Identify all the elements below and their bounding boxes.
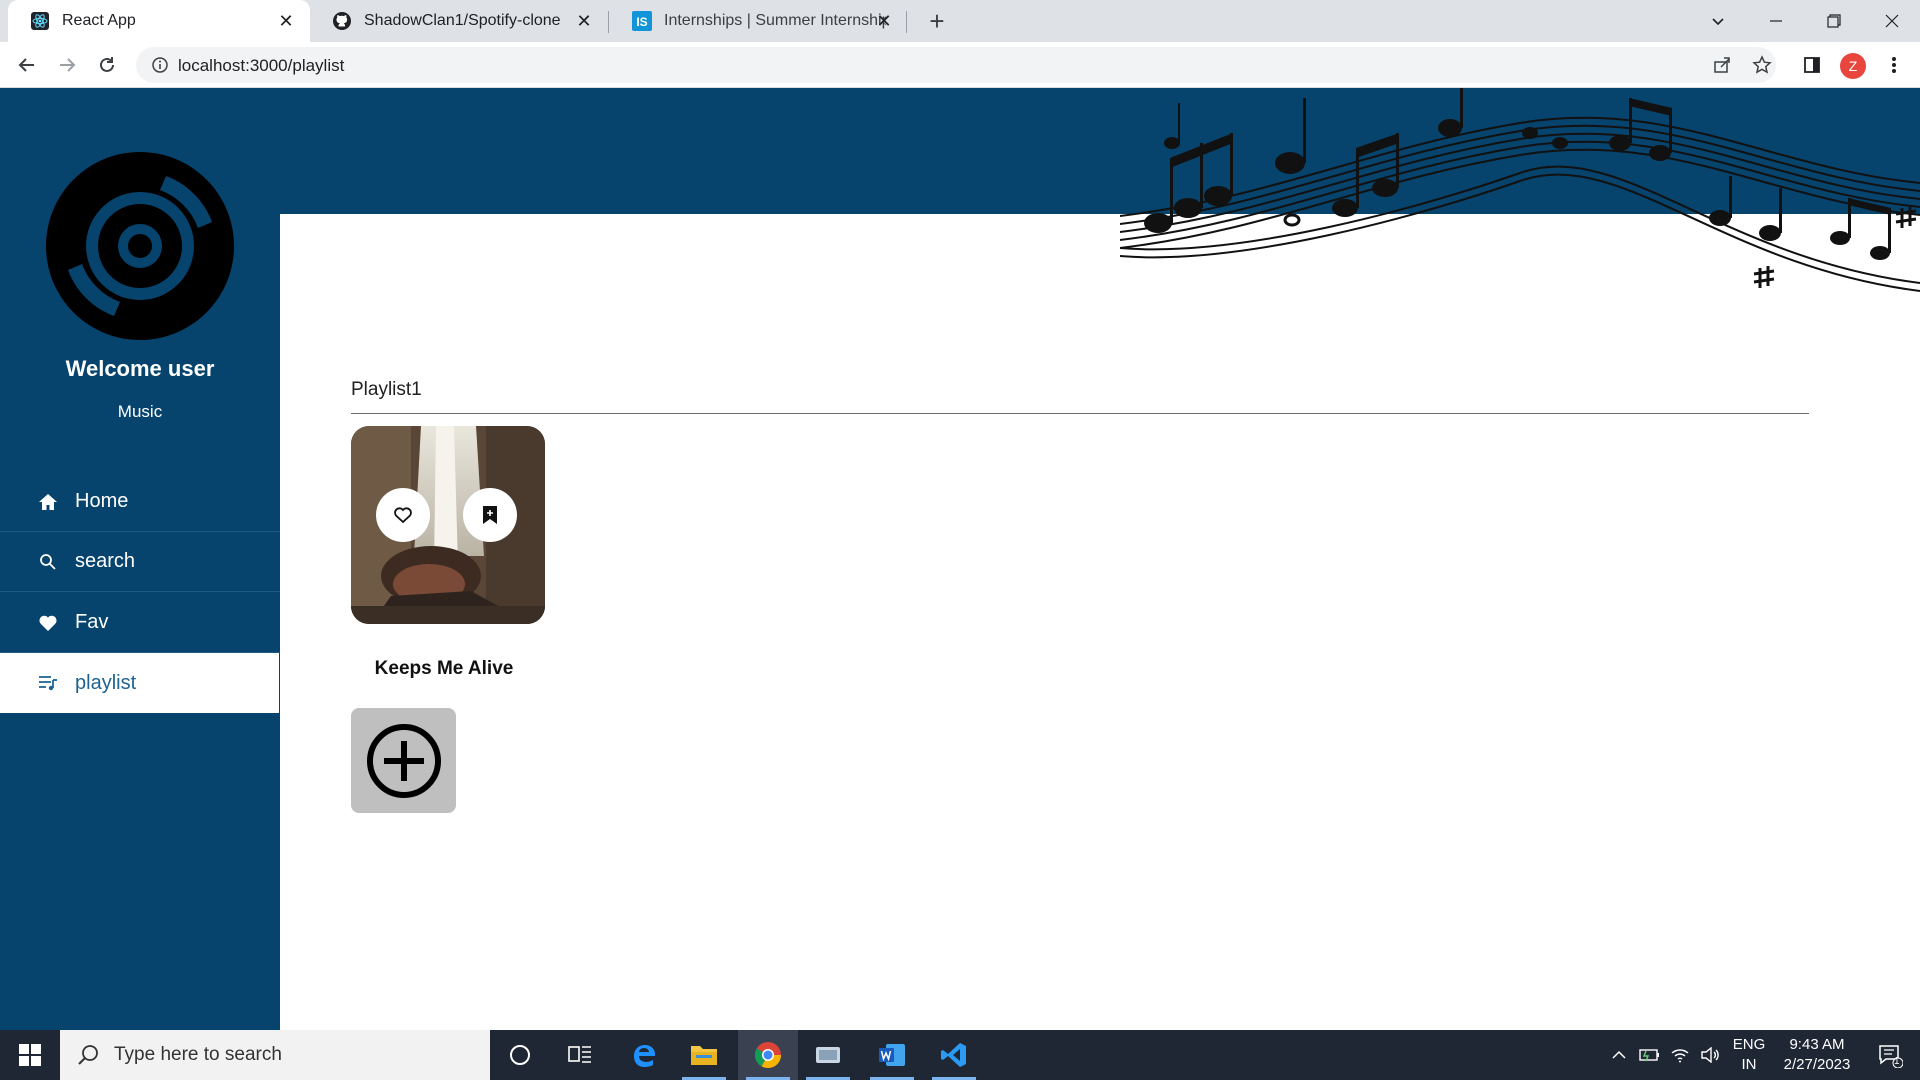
bookmark-star-icon[interactable]: [1752, 55, 1772, 75]
sidebar-item-label: Fav: [75, 611, 109, 633]
region-text: IN: [1741, 1056, 1757, 1073]
start-button[interactable]: [0, 1030, 60, 1080]
tab-title: ShadowClan1/Spotify-clone: [364, 12, 561, 29]
more-menu-icon[interactable]: [1882, 53, 1906, 77]
add-to-playlist-button[interactable]: [463, 488, 517, 542]
sidebar-item-label: Home: [75, 490, 129, 512]
taskbar-vscode[interactable]: [924, 1030, 984, 1080]
reload-button[interactable]: [91, 49, 123, 81]
browser-tab-strip: React App ✕ ShadowClan1/Spotify-clone ✕ …: [0, 0, 1920, 42]
share-icon[interactable]: [1712, 55, 1732, 75]
notification-center-button[interactable]: 1: [1866, 1030, 1914, 1080]
sidebar-item-playlist[interactable]: playlist: [0, 653, 279, 713]
tab-separator: [906, 11, 907, 33]
close-tab-icon[interactable]: ✕: [574, 11, 594, 31]
sidebar-item-fav[interactable]: Fav: [0, 593, 280, 653]
taskbar-word[interactable]: [862, 1030, 922, 1080]
welcome-heading: Welcome user: [65, 356, 215, 381]
profile-avatar[interactable]: Z: [1840, 53, 1866, 79]
word-icon: [879, 1044, 905, 1066]
clock-time: 9:43 AM: [1789, 1036, 1845, 1053]
taskbar-app-window[interactable]: [798, 1030, 858, 1080]
playlist-icon: [37, 672, 59, 694]
internshala-icon: IS: [632, 11, 652, 31]
react-icon: [30, 11, 50, 31]
folder-icon: [691, 1046, 717, 1065]
add-song-button[interactable]: [351, 708, 456, 813]
sidebar-item-label: playlist: [75, 671, 137, 694]
tab-title: Internships | Summer Internship: [664, 12, 886, 29]
forward-button[interactable]: [51, 49, 83, 81]
cortana-icon: [510, 1045, 530, 1065]
home-icon: [37, 491, 59, 513]
close-tab-icon[interactable]: ✕: [874, 11, 894, 31]
clock[interactable]: 9:43 AM 2/27/2023: [1774, 1030, 1860, 1080]
url-text: localhost:3000/playlist: [178, 56, 345, 75]
new-tab-button[interactable]: +: [922, 6, 952, 36]
windows-taskbar: Type here to search ENG IN 9:43 AM 2/27/…: [0, 1030, 1920, 1080]
song-card-image[interactable]: [351, 426, 545, 624]
vinyl-disc-logo: [46, 152, 234, 340]
heart-icon: [37, 612, 59, 634]
close-window-button[interactable]: [1864, 0, 1920, 42]
heart-outline-icon: [394, 507, 412, 524]
tab-title: React App: [62, 12, 136, 29]
notification-count: 1: [1894, 1056, 1900, 1067]
taskbar-file-explorer[interactable]: [674, 1030, 734, 1080]
side-panel-icon[interactable]: [1800, 53, 1824, 77]
github-icon: [332, 11, 352, 31]
tab-github[interactable]: ShadowClan1/Spotify-clone ✕: [310, 0, 608, 42]
tab-search-button[interactable]: [1690, 0, 1746, 42]
vscode-icon: [941, 1043, 966, 1067]
search-icon: [37, 551, 59, 573]
sidebar-subtitle: Music: [117, 402, 163, 421]
language-indicator[interactable]: ENG IN: [1726, 1030, 1772, 1080]
taskbar-edge[interactable]: [614, 1030, 674, 1080]
sidebar: Welcome user Music Home search Fav playl…: [0, 88, 280, 1030]
browser-toolbar: localhost:3000/playlist: [0, 42, 1920, 88]
task-view-icon: [568, 1046, 591, 1063]
wifi-icon[interactable]: [1666, 1030, 1694, 1080]
music-notes-decoration: [1120, 88, 1920, 292]
show-hidden-icons-button[interactable]: [1606, 1030, 1632, 1080]
app-window-icon: [816, 1047, 840, 1063]
sidebar-item-search[interactable]: search: [0, 532, 280, 592]
cortana-button[interactable]: [490, 1030, 550, 1080]
close-tab-icon[interactable]: ✕: [276, 11, 296, 31]
language-text: ENG: [1732, 1036, 1766, 1053]
taskbar-chrome[interactable]: [738, 1030, 798, 1080]
tab-separator: [608, 11, 609, 33]
address-bar[interactable]: localhost:3000/playlist: [136, 47, 1776, 83]
windows-icon: [19, 1044, 41, 1066]
task-view-button[interactable]: [550, 1030, 610, 1080]
tab-internships[interactable]: IS Internships | Summer Internship ✕: [610, 0, 908, 42]
chrome-icon: [754, 1042, 782, 1069]
edge-icon: [634, 1045, 655, 1067]
song-title: Keeps Me Alive: [374, 658, 514, 679]
taskbar-search-box[interactable]: Type here to search: [60, 1030, 490, 1080]
divider: [351, 413, 1809, 414]
battery-icon[interactable]: [1636, 1030, 1664, 1080]
minimize-button[interactable]: [1748, 0, 1804, 42]
back-button[interactable]: [11, 49, 43, 81]
sidebar-item-label: search: [75, 550, 136, 572]
taskbar-search-placeholder: Type here to search: [114, 1044, 282, 1065]
sidebar-item-home[interactable]: Home: [0, 472, 280, 532]
bookmark-icon: [483, 506, 497, 524]
svg-text:IS: IS: [636, 15, 647, 29]
app-root: Welcome user Music Home search Fav playl…: [0, 88, 1920, 1030]
volume-icon[interactable]: [1696, 1030, 1724, 1080]
tab-react-app[interactable]: React App ✕: [8, 0, 310, 42]
plus-circle-icon: [366, 723, 441, 798]
site-info-icon[interactable]: [150, 55, 170, 75]
clock-date: 2/27/2023: [1783, 1056, 1851, 1073]
search-icon: [78, 1045, 98, 1065]
playlist-title: Playlist1: [351, 379, 422, 400]
restore-button[interactable]: [1806, 0, 1862, 42]
like-button[interactable]: [376, 488, 430, 542]
